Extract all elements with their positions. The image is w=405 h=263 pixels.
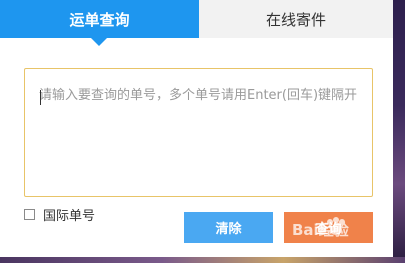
international-checkbox[interactable] bbox=[24, 208, 35, 220]
international-option: 国际单号 bbox=[24, 205, 96, 224]
background-right-edge bbox=[393, 0, 405, 263]
active-tab-pointer bbox=[91, 38, 107, 46]
tracking-number-field-wrapper bbox=[24, 68, 373, 197]
international-checkbox-label: 国际单号 bbox=[43, 208, 96, 224]
tracking-panel: 运单查询 在线寄件 国际单号 清除 查询 Bai经验 bbox=[0, 0, 393, 257]
query-button[interactable]: 查询 bbox=[284, 212, 373, 243]
tab-online-shipping[interactable]: 在线寄件 bbox=[199, 0, 393, 38]
clear-button[interactable]: 清除 bbox=[184, 212, 273, 243]
tab-bar: 运单查询 在线寄件 bbox=[0, 0, 393, 38]
tracking-number-input[interactable] bbox=[25, 69, 372, 196]
tab-waybill-query[interactable]: 运单查询 bbox=[0, 0, 199, 38]
background-bottom-edge bbox=[0, 257, 405, 263]
text-cursor bbox=[40, 90, 41, 105]
